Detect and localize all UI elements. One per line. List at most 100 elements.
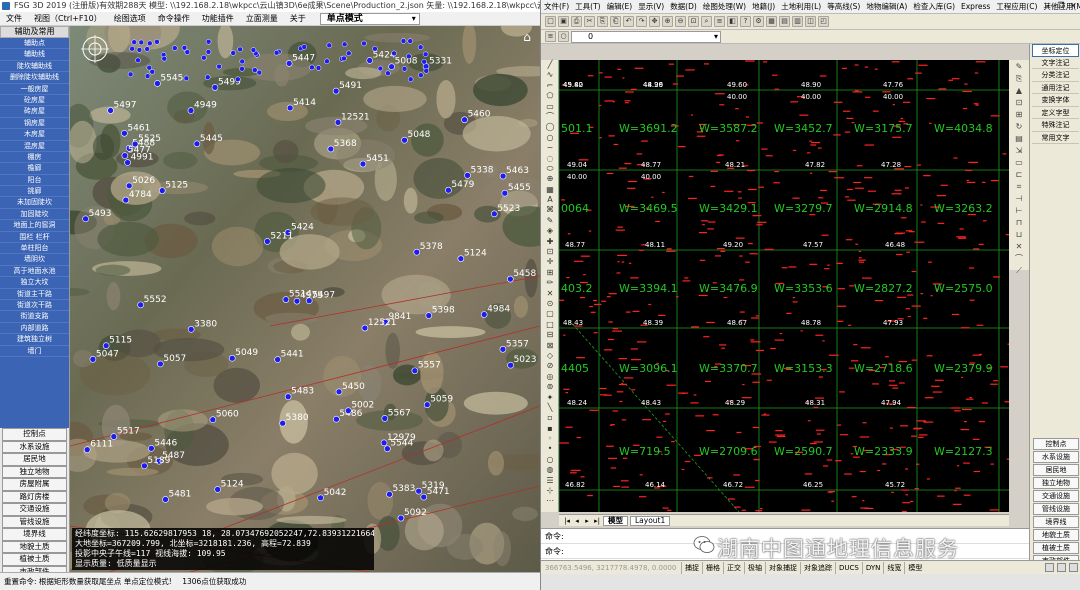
osnap-toggle[interactable]: 对象捕捉 <box>765 561 800 574</box>
draw-tool-icon[interactable]: A <box>543 195 557 205</box>
modify-tool-icon[interactable]: ↻ <box>1012 121 1026 132</box>
point-marker[interactable] <box>235 76 241 83</box>
draw-tool-icon[interactable]: ╱ <box>543 60 557 70</box>
draw-tool-icon[interactable]: ✚ <box>543 237 557 247</box>
point-marker[interactable] <box>407 76 414 83</box>
tab-layout1[interactable]: Layout1 <box>630 515 671 526</box>
toolbar-icon[interactable]: ↷ <box>636 16 647 27</box>
category-item[interactable]: 内部道路 <box>0 323 69 335</box>
point-marker[interactable] <box>407 38 413 44</box>
point-marker[interactable] <box>372 46 378 52</box>
modify-tool-icon[interactable]: ✕ <box>1012 241 1026 252</box>
home-icon[interactable]: ⌂ <box>520 30 534 44</box>
point-marker[interactable] <box>256 69 263 76</box>
category-group-button[interactable]: 居民地 <box>2 453 67 466</box>
point-marker[interactable] <box>377 65 384 72</box>
modify-tool-icon[interactable]: ⌗ <box>1012 181 1026 192</box>
draw-tool-icon[interactable]: ⊚ <box>543 382 557 392</box>
category-item[interactable]: 阳台 <box>0 175 69 187</box>
menu-file[interactable]: 文件 <box>0 12 28 26</box>
toolbar-icon[interactable]: ⊖ <box>675 16 686 27</box>
toolbar-icon[interactable]: ⎘ <box>597 16 608 27</box>
point-marker[interactable] <box>324 58 330 65</box>
category-item[interactable]: 独立大坟 <box>0 277 69 289</box>
cad-menu-edit[interactable]: 编辑(E) <box>604 0 636 14</box>
polar-toggle[interactable]: 极轴 <box>744 561 765 574</box>
point-marker[interactable] <box>184 49 191 55</box>
modify-tool-icon[interactable]: ⊞ <box>1012 109 1026 120</box>
draw-tool-icon[interactable]: ⌘ <box>543 205 557 215</box>
point-marker[interactable] <box>301 44 308 50</box>
grid-toggle[interactable]: 栅格 <box>702 561 723 574</box>
category-item[interactable]: 木房屋 <box>0 129 69 141</box>
cad-menu-contour[interactable]: 等高线(S) <box>824 0 863 14</box>
dyn-toggle[interactable]: DYN <box>861 561 884 574</box>
category-group-button[interactable]: 水系设施 <box>2 440 67 453</box>
category-item[interactable]: 砖房屋 <box>0 106 69 118</box>
cad-menu-check[interactable]: 检查入库(G) <box>910 0 958 14</box>
draw-tool-icon[interactable]: ⊙ <box>543 299 557 309</box>
draw-tool-icon[interactable]: ☰ <box>543 476 557 486</box>
draw-tool-icon[interactable]: ▢ <box>543 309 557 319</box>
ortho-toggle[interactable]: 正交 <box>723 561 744 574</box>
category-item[interactable]: 墙阴坎 <box>0 254 69 266</box>
draw-tool-icon[interactable]: ∿ <box>543 70 557 80</box>
category-item[interactable]: 檐廊 <box>0 163 69 175</box>
side-category-button[interactable]: 交通设施 <box>1033 490 1079 502</box>
point-marker[interactable] <box>172 45 178 51</box>
category-item[interactable]: 建筑独立树 <box>0 334 69 346</box>
point-marker[interactable] <box>138 39 145 46</box>
draw-tool-icon[interactable]: ✛ <box>543 257 557 267</box>
point-marker[interactable] <box>315 65 322 71</box>
point-marker[interactable] <box>181 45 188 51</box>
toolbar-icon[interactable]: ≡ <box>714 16 725 27</box>
category-item[interactable]: 街道主干路 <box>0 289 69 300</box>
toolbar-icon[interactable]: ▣ <box>558 16 569 27</box>
category-item[interactable]: 单柱阳台 <box>0 243 69 255</box>
toolbar-icon[interactable]: ▥ <box>792 16 803 27</box>
toolbar-icon[interactable]: ⎗ <box>610 16 621 27</box>
modify-tool-icon[interactable]: ⊢ <box>1012 205 1026 216</box>
category-group-button[interactable]: 房屋附属 <box>2 478 67 491</box>
toolbar-icon[interactable]: ⚙ <box>753 16 764 27</box>
draw-tool-icon[interactable]: ⊠ <box>543 341 557 351</box>
category-item[interactable]: 未加固陡坎 <box>0 197 69 209</box>
point-marker[interactable] <box>400 38 407 44</box>
menu-about[interactable]: 关于 <box>284 12 312 26</box>
side-category-button[interactable]: 独立地物 <box>1033 477 1079 489</box>
tab-prev-icon[interactable]: ◂ <box>573 517 581 525</box>
mode-dropdown[interactable]: 单点模式 <box>319 12 420 25</box>
point-marker[interactable] <box>421 58 427 65</box>
annotation-item[interactable]: 坐标定位 <box>1032 44 1079 57</box>
draw-tool-icon[interactable]: ◯ <box>543 122 557 132</box>
point-marker[interactable] <box>204 74 211 81</box>
category-item[interactable]: 混房屋 <box>0 141 69 152</box>
annotation-item[interactable]: 定义字型 <box>1032 107 1079 119</box>
cad-menu-drawing[interactable]: 绘图处理(W) <box>700 0 749 14</box>
close-icon[interactable]: × <box>1068 1 1078 11</box>
draw-tool-icon[interactable]: ✦ <box>543 393 557 403</box>
side-category-button[interactable]: 水系设施 <box>1033 451 1079 463</box>
scene-canvas[interactable]: 5447 5446 5450 5491 5445 5479 5493 5552 5455 5461… <box>70 26 540 572</box>
point-marker[interactable] <box>406 53 412 60</box>
draw-tool-icon[interactable]: ⊹ <box>543 486 557 496</box>
modify-tool-icon[interactable]: ▲ <box>1012 85 1026 96</box>
fullscreen-icon[interactable] <box>1069 563 1078 572</box>
point-marker[interactable] <box>326 42 333 49</box>
point-marker[interactable] <box>136 47 143 53</box>
draw-tool-icon[interactable]: ⌐ <box>543 81 557 91</box>
tab-model[interactable]: 模型 <box>603 515 628 526</box>
toolbar-icon[interactable]: ? <box>740 16 751 27</box>
category-item[interactable]: 地面上的窖洞 <box>0 220 69 232</box>
draw-tool-icon[interactable]: ◇ <box>543 351 557 361</box>
side-category-button[interactable]: 植被土质 <box>1033 542 1079 554</box>
lock-icon[interactable] <box>1045 563 1054 572</box>
toolbar-icon[interactable]: ✂ <box>584 16 595 27</box>
point-marker[interactable] <box>127 71 134 78</box>
point-marker[interactable] <box>346 50 352 57</box>
command-window[interactable]: 命令: 命令: 湖南中图通地理信息服务 <box>541 528 1029 561</box>
point-marker[interactable] <box>417 44 424 51</box>
point-marker[interactable] <box>216 63 222 70</box>
annotation-item[interactable]: 变换字体 <box>1032 94 1079 107</box>
category-item[interactable]: 辅助线 <box>0 49 69 61</box>
